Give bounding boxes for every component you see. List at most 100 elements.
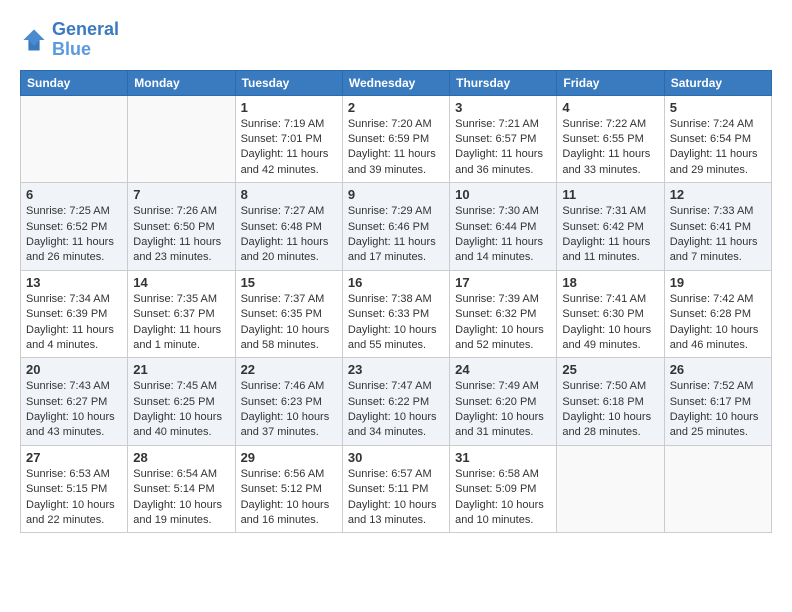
day-number: 28 xyxy=(133,450,229,465)
calendar-week-row-3: 13Sunrise: 7:34 AM Sunset: 6:39 PM Dayli… xyxy=(21,270,772,358)
day-info: Sunrise: 7:52 AM Sunset: 6:17 PM Dayligh… xyxy=(670,379,766,441)
calendar-cell: 11 Sunrise: 7:31 AM Sunset: 6:42 PM Dayli… xyxy=(557,183,664,271)
day-info: Sunrise: 7:24 AM Sunset: 6:54 PM Dayligh… xyxy=(670,117,766,179)
calendar-header-thursday: Thursday xyxy=(450,70,557,95)
day-info: Sunrise: 7:38 AM Sunset: 6:33 PM Dayligh… xyxy=(348,292,444,354)
calendar-cell: 30Sunrise: 6:57 AM Sunset: 5:11 PM Dayli… xyxy=(342,445,449,533)
calendar-header-monday: Monday xyxy=(128,70,235,95)
day-info: Sunrise: 6:53 AM Sunset: 5:15 PM Dayligh… xyxy=(26,467,122,529)
calendar-cell: 8Sunrise: 7:27 AM Sunset: 6:48 PM Daylig… xyxy=(235,183,342,271)
day-number: 26 xyxy=(670,362,766,377)
day-number: 29 xyxy=(241,450,337,465)
calendar-cell: 28 Sunrise: 6:54 AM Sunset: 5:14 PM Dayli… xyxy=(128,445,235,533)
calendar-cell: 23 Sunrise: 7:47 AM Sunset: 6:22 PM Dayli… xyxy=(342,358,449,446)
day-number: 3 xyxy=(455,100,551,115)
day-info: Sunrise: 6:56 AM Sunset: 5:12 PM Dayligh… xyxy=(241,467,337,529)
calendar-cell: 25Sunrise: 7:50 AM Sunset: 6:18 PM Dayli… xyxy=(557,358,664,446)
calendar-cell: 19 Sunrise: 7:42 AM Sunset: 6:28 PM Dayli… xyxy=(664,270,771,358)
calendar-week-row-4: 20 Sunrise: 7:43 AM Sunset: 6:27 PM Dayli… xyxy=(21,358,772,446)
day-info: Sunrise: 7:39 AM Sunset: 6:32 PM Dayligh… xyxy=(455,292,551,354)
calendar-cell: 5 Sunrise: 7:24 AM Sunset: 6:54 PM Daylig… xyxy=(664,95,771,183)
day-info: Sunrise: 7:35 AM Sunset: 6:37 PM Dayligh… xyxy=(133,292,229,354)
calendar-cell: 12 Sunrise: 7:33 AM Sunset: 6:41 PM Dayli… xyxy=(664,183,771,271)
day-number: 23 xyxy=(348,362,444,377)
page-header: General Blue xyxy=(20,20,772,60)
day-info: Sunrise: 7:49 AM Sunset: 6:20 PM Dayligh… xyxy=(455,379,551,441)
calendar-cell: 24 Sunrise: 7:49 AM Sunset: 6:20 PM Dayli… xyxy=(450,358,557,446)
day-number: 10 xyxy=(455,187,551,202)
day-info: Sunrise: 7:33 AM Sunset: 6:41 PM Dayligh… xyxy=(670,204,766,266)
calendar-cell: 3 Sunrise: 7:21 AM Sunset: 6:57 PM Daylig… xyxy=(450,95,557,183)
day-info: Sunrise: 7:26 AM Sunset: 6:50 PM Dayligh… xyxy=(133,204,229,266)
calendar-table: SundayMondayTuesdayWednesdayThursdayFrid… xyxy=(20,70,772,534)
day-number: 21 xyxy=(133,362,229,377)
day-number: 22 xyxy=(241,362,337,377)
day-number: 7 xyxy=(133,187,229,202)
calendar-cell: 15Sunrise: 7:37 AM Sunset: 6:35 PM Dayli… xyxy=(235,270,342,358)
day-info: Sunrise: 6:54 AM Sunset: 5:14 PM Dayligh… xyxy=(133,467,229,529)
calendar-header-wednesday: Wednesday xyxy=(342,70,449,95)
calendar-cell: 1Sunrise: 7:19 AM Sunset: 7:01 PM Daylig… xyxy=(235,95,342,183)
logo-text: General Blue xyxy=(52,20,119,60)
calendar-cell: 4 Sunrise: 7:22 AM Sunset: 6:55 PM Daylig… xyxy=(557,95,664,183)
calendar-week-row-5: 27Sunrise: 6:53 AM Sunset: 5:15 PM Dayli… xyxy=(21,445,772,533)
calendar-header-friday: Friday xyxy=(557,70,664,95)
calendar-cell: 7 Sunrise: 7:26 AM Sunset: 6:50 PM Daylig… xyxy=(128,183,235,271)
day-info: Sunrise: 7:46 AM Sunset: 6:23 PM Dayligh… xyxy=(241,379,337,441)
day-info: Sunrise: 7:29 AM Sunset: 6:46 PM Dayligh… xyxy=(348,204,444,266)
day-number: 11 xyxy=(562,187,658,202)
day-info: Sunrise: 7:47 AM Sunset: 6:22 PM Dayligh… xyxy=(348,379,444,441)
day-number: 4 xyxy=(562,100,658,115)
day-number: 8 xyxy=(241,187,337,202)
calendar-header-row: SundayMondayTuesdayWednesdayThursdayFrid… xyxy=(21,70,772,95)
day-info: Sunrise: 7:43 AM Sunset: 6:27 PM Dayligh… xyxy=(26,379,122,441)
calendar-cell: 20 Sunrise: 7:43 AM Sunset: 6:27 PM Dayli… xyxy=(21,358,128,446)
day-info: Sunrise: 7:20 AM Sunset: 6:59 PM Dayligh… xyxy=(348,117,444,179)
day-info: Sunrise: 7:34 AM Sunset: 6:39 PM Dayligh… xyxy=(26,292,122,354)
day-number: 5 xyxy=(670,100,766,115)
calendar-cell: 29 Sunrise: 6:56 AM Sunset: 5:12 PM Dayli… xyxy=(235,445,342,533)
day-number: 17 xyxy=(455,275,551,290)
calendar-header-sunday: Sunday xyxy=(21,70,128,95)
calendar-cell: 16 Sunrise: 7:38 AM Sunset: 6:33 PM Dayli… xyxy=(342,270,449,358)
calendar-cell: 27Sunrise: 6:53 AM Sunset: 5:15 PM Dayli… xyxy=(21,445,128,533)
calendar-header-saturday: Saturday xyxy=(664,70,771,95)
day-info: Sunrise: 7:30 AM Sunset: 6:44 PM Dayligh… xyxy=(455,204,551,266)
calendar-cell: 31 Sunrise: 6:58 AM Sunset: 5:09 PM Dayli… xyxy=(450,445,557,533)
day-number: 31 xyxy=(455,450,551,465)
calendar-cell: 10 Sunrise: 7:30 AM Sunset: 6:44 PM Dayli… xyxy=(450,183,557,271)
logo: General Blue xyxy=(20,20,119,60)
day-number: 24 xyxy=(455,362,551,377)
calendar-week-row-1: 1Sunrise: 7:19 AM Sunset: 7:01 PM Daylig… xyxy=(21,95,772,183)
day-number: 9 xyxy=(348,187,444,202)
day-info: Sunrise: 7:42 AM Sunset: 6:28 PM Dayligh… xyxy=(670,292,766,354)
day-info: Sunrise: 7:41 AM Sunset: 6:30 PM Dayligh… xyxy=(562,292,658,354)
day-number: 30 xyxy=(348,450,444,465)
day-number: 19 xyxy=(670,275,766,290)
calendar-cell xyxy=(128,95,235,183)
calendar-cell xyxy=(664,445,771,533)
day-number: 18 xyxy=(562,275,658,290)
day-number: 2 xyxy=(348,100,444,115)
day-number: 20 xyxy=(26,362,122,377)
calendar-cell: 26 Sunrise: 7:52 AM Sunset: 6:17 PM Dayli… xyxy=(664,358,771,446)
calendar-cell: 22 Sunrise: 7:46 AM Sunset: 6:23 PM Dayli… xyxy=(235,358,342,446)
calendar-cell: 9 Sunrise: 7:29 AM Sunset: 6:46 PM Daylig… xyxy=(342,183,449,271)
day-number: 15 xyxy=(241,275,337,290)
day-number: 14 xyxy=(133,275,229,290)
day-info: Sunrise: 6:58 AM Sunset: 5:09 PM Dayligh… xyxy=(455,467,551,529)
day-info: Sunrise: 7:45 AM Sunset: 6:25 PM Dayligh… xyxy=(133,379,229,441)
day-number: 16 xyxy=(348,275,444,290)
calendar-week-row-2: 6 Sunrise: 7:25 AM Sunset: 6:52 PM Daylig… xyxy=(21,183,772,271)
day-number: 12 xyxy=(670,187,766,202)
day-number: 1 xyxy=(241,100,337,115)
calendar-cell: 18 Sunrise: 7:41 AM Sunset: 6:30 PM Dayli… xyxy=(557,270,664,358)
day-info: Sunrise: 7:25 AM Sunset: 6:52 PM Dayligh… xyxy=(26,204,122,266)
day-info: Sunrise: 7:31 AM Sunset: 6:42 PM Dayligh… xyxy=(562,204,658,266)
day-info: Sunrise: 7:22 AM Sunset: 6:55 PM Dayligh… xyxy=(562,117,658,179)
day-info: Sunrise: 7:21 AM Sunset: 6:57 PM Dayligh… xyxy=(455,117,551,179)
calendar-cell: 14 Sunrise: 7:35 AM Sunset: 6:37 PM Dayli… xyxy=(128,270,235,358)
logo-icon xyxy=(20,26,48,54)
day-info: Sunrise: 7:50 AM Sunset: 6:18 PM Dayligh… xyxy=(562,379,658,441)
day-number: 6 xyxy=(26,187,122,202)
